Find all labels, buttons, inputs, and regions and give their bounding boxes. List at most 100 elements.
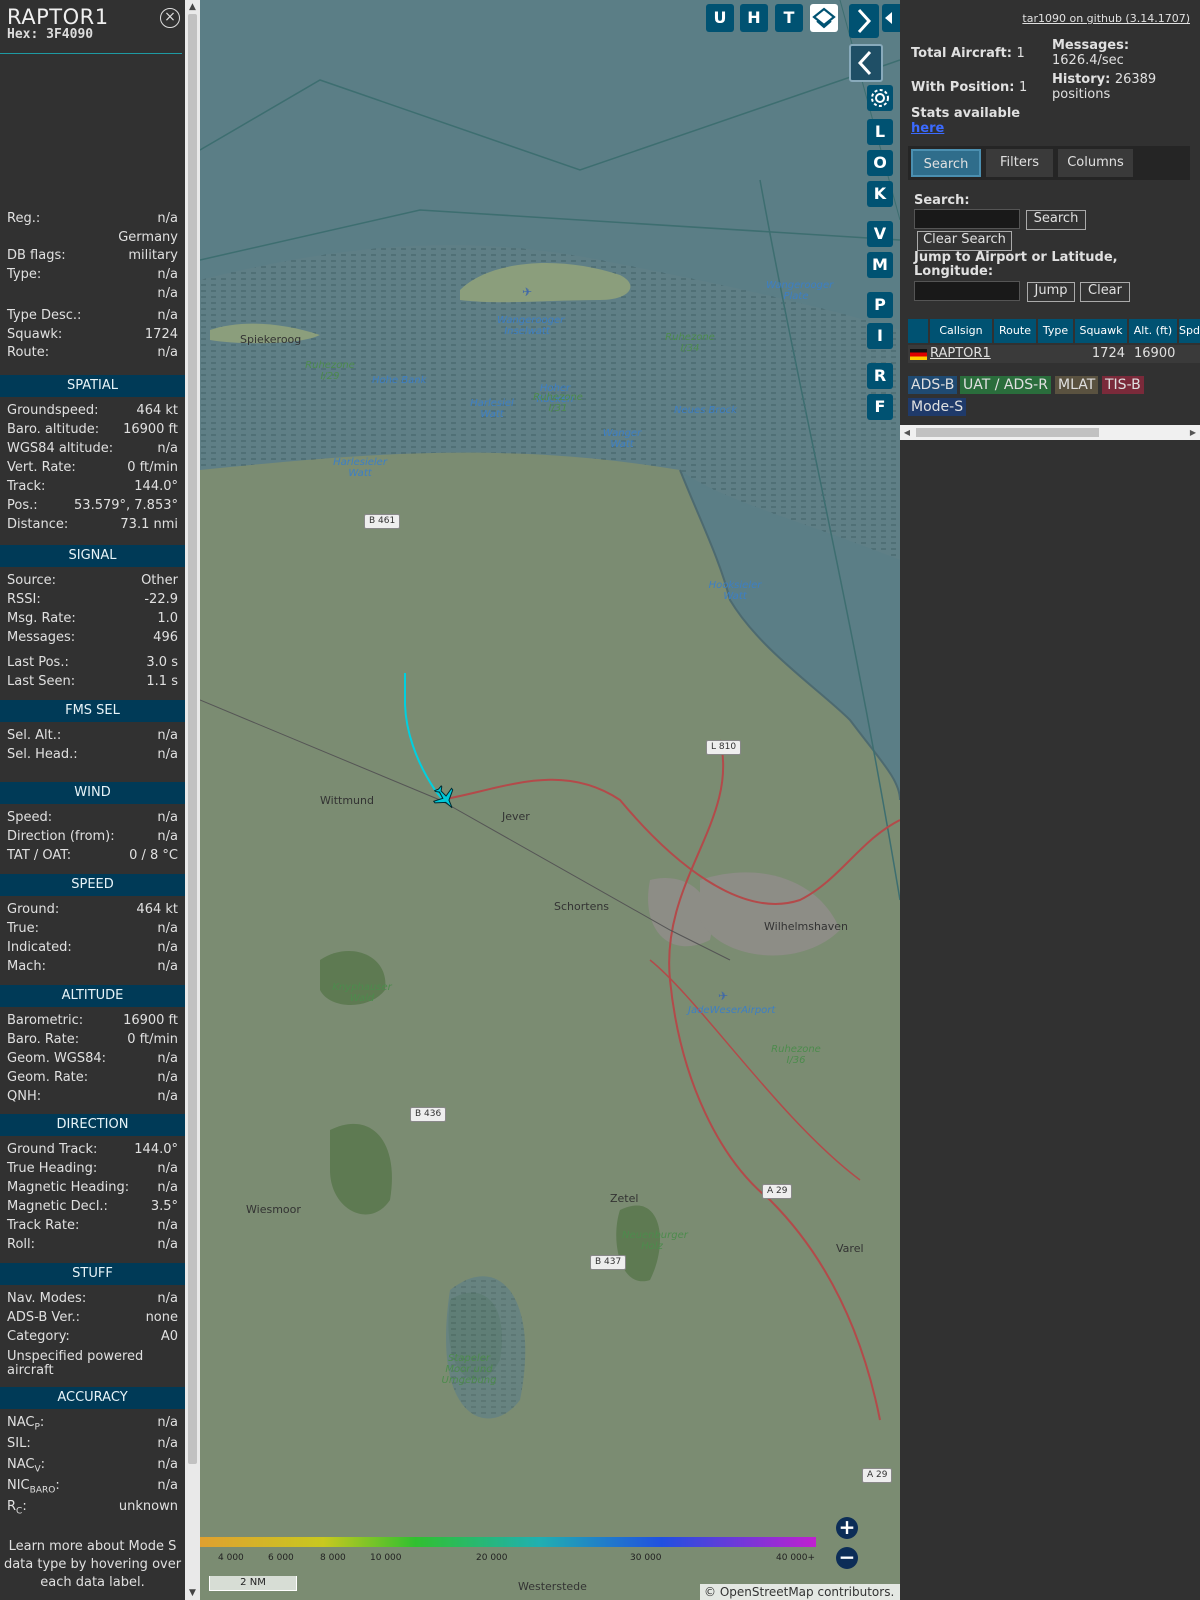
info-label[interactable]: True Heading: — [7, 1160, 97, 1178]
scrollbar-thumb[interactable] — [188, 14, 197, 1464]
section-header[interactable]: SIGNAL — [0, 545, 185, 567]
info-label[interactable]: Baro. altitude: — [7, 421, 99, 439]
info-label[interactable]: Groundspeed: — [7, 402, 98, 420]
t-button[interactable]: T — [775, 4, 803, 32]
section-header[interactable]: ALTITUDE — [0, 985, 185, 1007]
scroll-right-icon[interactable]: ▶ — [1186, 425, 1200, 440]
info-label[interactable]: Magnetic Heading: — [7, 1179, 129, 1197]
scroll-left-icon[interactable]: ◀ — [900, 425, 914, 440]
map-i-button[interactable]: I — [867, 323, 893, 349]
jump-input[interactable] — [914, 281, 1020, 301]
info-label[interactable]: SIL: — [7, 1435, 31, 1453]
settings-gear-icon[interactable] — [867, 85, 893, 111]
map-f-button[interactable]: F — [867, 394, 893, 420]
collapse-left-icon[interactable] — [849, 44, 883, 82]
info-label[interactable]: Last Seen: — [7, 673, 75, 691]
zoom-in-button[interactable]: + — [836, 1517, 858, 1539]
map-view[interactable]: ✈ ✈ Spiekeroog Wangerooger Inselwatt Hoher… — [200, 0, 900, 1600]
tab-columns[interactable]: Columns — [1058, 149, 1133, 177]
search-button[interactable]: Search — [1026, 210, 1086, 230]
section-header[interactable]: SPEED — [0, 874, 185, 896]
github-link[interactable]: tar1090 on github (3.14.1707) — [1022, 12, 1190, 25]
info-label[interactable]: NACV: — [7, 1456, 45, 1479]
info-label[interactable]: ADS-B Ver.: — [7, 1309, 80, 1327]
squawk-column-header[interactable]: Squawk — [1075, 319, 1127, 343]
scroll-up-icon[interactable]: ▲ — [185, 0, 200, 14]
info-label[interactable]: QNH: — [7, 1088, 41, 1106]
info-label[interactable]: Baro. Rate: — [7, 1031, 79, 1049]
info-label[interactable]: Pos.: — [7, 497, 38, 515]
info-label[interactable]: TAT / OAT: — [7, 847, 71, 865]
speed-column-header[interactable]: Spd — [1179, 319, 1200, 343]
info-label[interactable]: Roll: — [7, 1236, 35, 1254]
section-header[interactable]: FMS SEL — [0, 700, 185, 722]
scroll-down-icon[interactable]: ▼ — [185, 1586, 200, 1600]
info-label[interactable]: Speed: — [7, 809, 52, 827]
info-label[interactable]: Type: — [7, 266, 41, 284]
info-label[interactable]: Direction (from): — [7, 828, 115, 846]
map-v-button[interactable]: V — [867, 221, 893, 247]
info-label[interactable]: Distance: — [7, 516, 68, 534]
jump-button[interactable]: Jump — [1027, 282, 1075, 302]
info-label[interactable]: Ground Track: — [7, 1141, 97, 1159]
table-horizontal-scrollbar[interactable]: ◀ ▶ — [900, 425, 1200, 440]
info-label[interactable]: Squawk: — [7, 326, 62, 344]
section-header[interactable]: SPATIAL — [0, 375, 185, 397]
info-label[interactable]: NACP: — [7, 1414, 44, 1437]
sidebar-scrollbar[interactable]: ▲ ▼ — [185, 0, 200, 1600]
info-label[interactable]: Msg. Rate: — [7, 610, 76, 628]
section-header[interactable]: WIND — [0, 782, 185, 804]
clear-button[interactable]: Clear — [1080, 282, 1130, 302]
info-label[interactable]: Sel. Alt.: — [7, 727, 61, 745]
h-button[interactable]: H — [740, 4, 768, 32]
info-label[interactable]: True: — [7, 920, 39, 938]
layers-icon[interactable] — [810, 4, 838, 32]
info-label[interactable]: RSSI: — [7, 591, 41, 609]
map-r-button[interactable]: R — [867, 363, 893, 389]
tab-search[interactable]: Search — [911, 149, 981, 177]
u-button[interactable]: U — [706, 4, 734, 32]
search-input[interactable] — [914, 209, 1020, 229]
route-column-header[interactable]: Route — [994, 319, 1036, 343]
map-m-button[interactable]: M — [867, 252, 893, 278]
info-label[interactable]: Type Desc.: — [7, 307, 81, 325]
info-label[interactable]: Source: — [7, 572, 56, 590]
info-label[interactable]: NICBARO: — [7, 1477, 60, 1500]
map-canvas[interactable]: ✈ ✈ — [200, 0, 900, 1600]
clear-search-button[interactable]: Clear Search — [917, 231, 1012, 251]
callsign-cell[interactable]: RAPTOR1 — [930, 345, 991, 363]
info-label[interactable]: Track Rate: — [7, 1217, 79, 1235]
info-label[interactable]: Sel. Head.: — [7, 746, 78, 764]
stats-link[interactable]: here — [911, 121, 1020, 136]
info-label[interactable]: Geom. Rate: — [7, 1069, 88, 1087]
info-label[interactable]: Ground: — [7, 901, 59, 919]
info-label[interactable]: Geom. WGS84: — [7, 1050, 106, 1068]
info-label[interactable]: Last Pos.: — [7, 654, 69, 672]
info-label[interactable]: Category: — [7, 1328, 70, 1346]
info-label[interactable]: Track: — [7, 478, 45, 496]
map-o-button[interactable]: O — [867, 150, 893, 176]
info-label[interactable]: Indicated: — [7, 939, 72, 957]
resize-arrows-icon[interactable] — [882, 4, 900, 32]
zoom-out-button[interactable]: − — [836, 1547, 858, 1569]
info-label[interactable]: WGS84 altitude: — [7, 440, 113, 458]
expand-right-icon[interactable] — [849, 4, 879, 38]
map-k-button[interactable]: K — [867, 181, 893, 207]
info-label[interactable]: Messages: — [7, 629, 75, 647]
callsign-column-header[interactable]: Callsign — [930, 319, 992, 343]
section-header[interactable]: STUFF — [0, 1263, 185, 1285]
info-label[interactable]: Mach: — [7, 958, 46, 976]
info-label[interactable]: Vert. Rate: — [7, 459, 76, 477]
flag-column-header[interactable] — [908, 319, 928, 343]
map-l-button[interactable]: L — [867, 119, 893, 145]
section-header[interactable]: ACCURACY — [0, 1387, 185, 1409]
info-label[interactable]: Barometric: — [7, 1012, 83, 1030]
info-label[interactable]: RC: — [7, 1498, 27, 1521]
info-label[interactable]: Reg.: — [7, 210, 40, 228]
info-label[interactable]: DB flags: — [7, 247, 66, 265]
table-row[interactable]: RAPTOR1 1724 16900 — [908, 345, 1200, 363]
horizontal-scroll-thumb[interactable] — [916, 428, 1099, 437]
info-label[interactable]: Nav. Modes: — [7, 1290, 86, 1308]
section-header[interactable]: DIRECTION — [0, 1114, 185, 1136]
info-label[interactable]: Magnetic Decl.: — [7, 1198, 108, 1216]
